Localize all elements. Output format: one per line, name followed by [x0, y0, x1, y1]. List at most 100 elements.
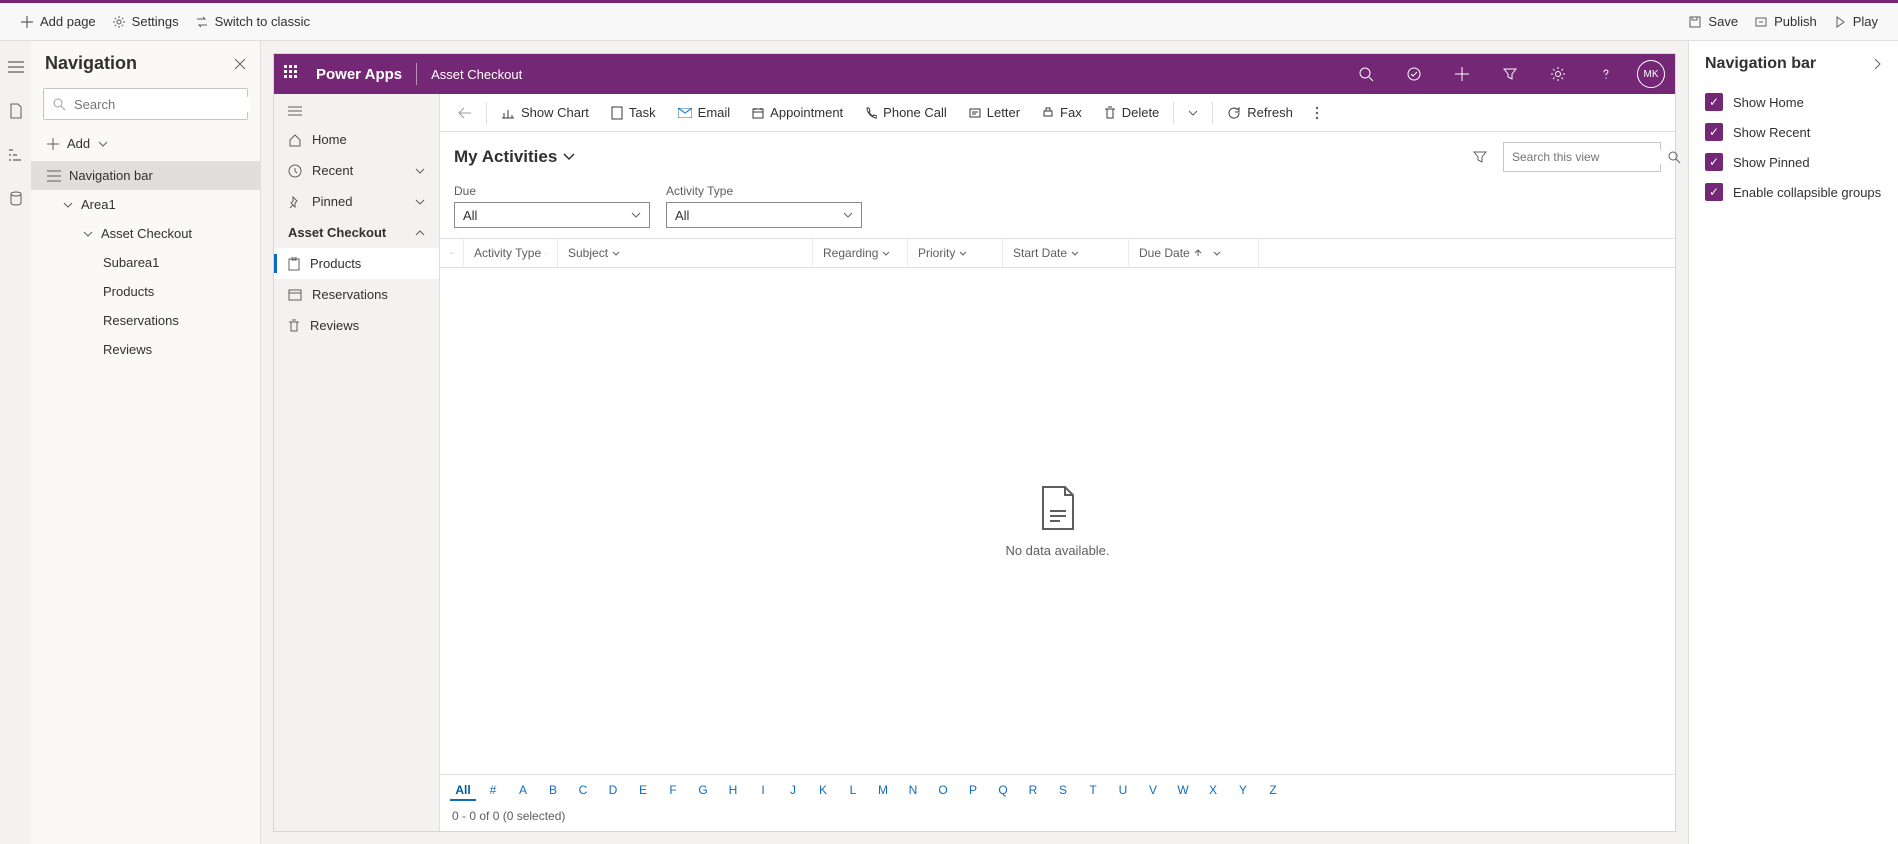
back-button[interactable]	[448, 94, 482, 131]
index-#[interactable]: #	[480, 781, 506, 801]
index-F[interactable]: F	[660, 781, 686, 801]
tree-asset-checkout[interactable]: Asset Checkout	[31, 219, 260, 248]
col-start-date[interactable]: Start Date	[1003, 239, 1129, 267]
index-H[interactable]: H	[720, 781, 746, 801]
delete-dropdown[interactable]	[1178, 94, 1208, 131]
tree-navbar[interactable]: Navigation bar	[31, 161, 260, 190]
email-button[interactable]: Email	[668, 94, 741, 131]
sidebar-reviews[interactable]: Reviews	[274, 310, 439, 341]
refresh-button[interactable]: Refresh	[1217, 94, 1303, 131]
check-collapsible[interactable]: ✓Enable collapsible groups	[1705, 177, 1882, 207]
search-icon[interactable]	[1667, 150, 1681, 164]
index-M[interactable]: M	[870, 781, 896, 801]
index-W[interactable]: W	[1170, 781, 1196, 801]
index-V[interactable]: V	[1140, 781, 1166, 801]
col-due-date[interactable]: Due Date	[1129, 239, 1259, 267]
tree-area1-label: Area1	[81, 197, 116, 212]
target-icon[interactable]	[1397, 57, 1431, 91]
index-P[interactable]: P	[960, 781, 986, 801]
filter-due-select[interactable]: All	[454, 202, 650, 228]
chevron-down-icon	[83, 231, 93, 237]
filter-icon[interactable]	[1493, 57, 1527, 91]
tree-reviews[interactable]: Reviews	[31, 335, 260, 364]
data-icon[interactable]	[8, 191, 24, 207]
filter-type-select[interactable]: All	[666, 202, 862, 228]
tree-subarea1[interactable]: Subarea1	[31, 248, 260, 277]
list-icon	[47, 170, 61, 182]
save-button[interactable]: Save	[1680, 3, 1746, 40]
index-S[interactable]: S	[1050, 781, 1076, 801]
task-button[interactable]: Task	[601, 94, 666, 131]
check-show-home[interactable]: ✓Show Home	[1705, 87, 1882, 117]
settings-button[interactable]: Settings	[104, 3, 187, 40]
search-input[interactable]	[74, 97, 250, 112]
trash-icon	[1104, 106, 1116, 120]
more-button[interactable]	[1305, 94, 1329, 131]
switch-classic-button[interactable]: Switch to classic	[187, 3, 318, 40]
save-label: Save	[1708, 14, 1738, 29]
index-E[interactable]: E	[630, 781, 656, 801]
index-C[interactable]: C	[570, 781, 596, 801]
index-X[interactable]: X	[1200, 781, 1226, 801]
publish-button[interactable]: Publish	[1746, 3, 1825, 40]
sidebar-products[interactable]: Products	[274, 248, 439, 279]
index-Y[interactable]: Y	[1230, 781, 1256, 801]
index-G[interactable]: G	[690, 781, 716, 801]
check-show-pinned[interactable]: ✓Show Pinned	[1705, 147, 1882, 177]
index-T[interactable]: T	[1080, 781, 1106, 801]
tree-area1[interactable]: Area1	[31, 190, 260, 219]
filter-icon[interactable]	[1467, 144, 1493, 170]
help-icon[interactable]	[1589, 57, 1623, 91]
view-title[interactable]: My Activities	[454, 147, 575, 167]
index-A[interactable]: A	[510, 781, 536, 801]
index-B[interactable]: B	[540, 781, 566, 801]
index-All[interactable]: All	[450, 781, 476, 801]
appointment-button[interactable]: Appointment	[742, 94, 853, 131]
index-Z[interactable]: Z	[1260, 781, 1286, 801]
phone-button[interactable]: Phone Call	[855, 94, 957, 131]
sidebar-recent[interactable]: Recent	[274, 155, 439, 186]
col-activity-type[interactable]: Activity Type	[464, 239, 558, 267]
show-chart-button[interactable]: Show Chart	[491, 94, 599, 131]
col-regarding[interactable]: Regarding	[813, 239, 908, 267]
hamburger-icon[interactable]	[8, 59, 24, 75]
index-U[interactable]: U	[1110, 781, 1136, 801]
index-O[interactable]: O	[930, 781, 956, 801]
col-check[interactable]	[440, 239, 464, 267]
sidebar-group-asset[interactable]: Asset Checkout	[274, 217, 439, 248]
chevron-right-icon[interactable]	[1874, 58, 1882, 70]
tree-products[interactable]: Products	[31, 277, 260, 306]
index-Q[interactable]: Q	[990, 781, 1016, 801]
index-D[interactable]: D	[600, 781, 626, 801]
avatar[interactable]: MK	[1637, 60, 1665, 88]
col-priority[interactable]: Priority	[908, 239, 1003, 267]
letter-button[interactable]: Letter	[959, 94, 1030, 131]
delete-button[interactable]: Delete	[1094, 94, 1170, 131]
tree-icon[interactable]	[8, 147, 24, 163]
col-subject[interactable]: Subject	[558, 239, 813, 267]
tree-reservations[interactable]: Reservations	[31, 306, 260, 335]
sidebar-reservations[interactable]: Reservations	[274, 279, 439, 310]
view-search-input[interactable]	[1512, 150, 1667, 164]
add-page-button[interactable]: Add page	[12, 3, 104, 40]
check-show-recent[interactable]: ✓Show Recent	[1705, 117, 1882, 147]
sidebar-pinned[interactable]: Pinned	[274, 186, 439, 217]
add-button[interactable]: Add	[31, 128, 260, 159]
fax-icon	[1042, 107, 1054, 119]
sidebar-hamburger[interactable]	[274, 98, 439, 124]
play-button[interactable]: Play	[1825, 3, 1886, 40]
index-K[interactable]: K	[810, 781, 836, 801]
index-I[interactable]: I	[750, 781, 776, 801]
index-J[interactable]: J	[780, 781, 806, 801]
close-icon[interactable]	[234, 58, 246, 70]
search-icon[interactable]	[1349, 57, 1383, 91]
index-N[interactable]: N	[900, 781, 926, 801]
index-R[interactable]: R	[1020, 781, 1046, 801]
gear-icon[interactable]	[1541, 57, 1575, 91]
plus-icon[interactable]	[1445, 57, 1479, 91]
fax-button[interactable]: Fax	[1032, 94, 1092, 131]
sidebar-home[interactable]: Home	[274, 124, 439, 155]
index-L[interactable]: L	[840, 781, 866, 801]
page-icon[interactable]	[8, 103, 24, 119]
waffle-icon[interactable]	[284, 65, 302, 83]
